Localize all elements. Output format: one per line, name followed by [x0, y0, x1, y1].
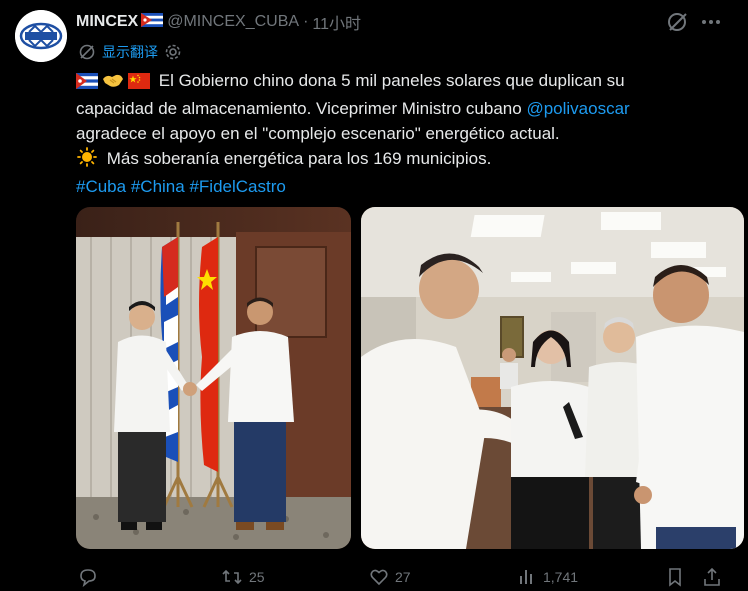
- share-button[interactable]: [702, 566, 722, 588]
- cuba-flag-icon: [76, 71, 98, 96]
- tweet: MINCEX @MINCEX_CUBA · 11小时 显示翻译 El Gobie…: [0, 0, 748, 591]
- translate-icon: [79, 44, 95, 60]
- handshake-icon: [102, 71, 124, 96]
- more-icon: [702, 20, 720, 24]
- views-button[interactable]: 1,741: [517, 566, 578, 588]
- hashtag-fidelcastro[interactable]: #FidelCastro: [189, 177, 285, 196]
- mention-link[interactable]: @polivaoscar: [526, 99, 629, 118]
- hashtag-cuba[interactable]: #Cuba: [76, 177, 126, 196]
- hashtags: #Cuba #China #FidelCastro: [76, 174, 736, 199]
- post-time[interactable]: 11小时: [312, 10, 361, 34]
- sun-icon: [76, 147, 98, 174]
- settings-icon[interactable]: [164, 43, 182, 61]
- grok-button[interactable]: [665, 10, 691, 34]
- more-button[interactable]: [698, 10, 724, 34]
- action-bar: 25 27 1,741: [0, 566, 748, 588]
- bookmark-button[interactable]: [665, 566, 685, 588]
- post-line-1: El Gobierno chino dona 5 mil paneles sol…: [76, 68, 736, 96]
- views-icon: [520, 570, 532, 584]
- retweet-button[interactable]: 25: [221, 566, 265, 588]
- post-text-line1: El Gobierno chino dona 5 mil paneles sol…: [158, 71, 625, 90]
- separator-dot: ·: [303, 13, 309, 30]
- retweet-count: 25: [249, 569, 265, 585]
- account-handle[interactable]: @MINCEX_CUBA: [167, 13, 299, 31]
- china-flag-icon: [128, 71, 150, 96]
- post-line-3: agradece el apoyo en el "complejo escena…: [76, 121, 736, 146]
- cuba-flag-icon: [141, 12, 164, 32]
- avatar[interactable]: [15, 10, 67, 62]
- post-text-line2: capacidad de almacenamiento. Viceprimer …: [76, 99, 522, 118]
- display-name[interactable]: MINCEX: [76, 13, 138, 31]
- show-translation-link[interactable]: 显示翻译: [102, 42, 158, 62]
- translate-row: 显示翻译: [78, 41, 182, 63]
- post-text: El Gobierno chino dona 5 mil paneles sol…: [76, 68, 736, 199]
- like-count: 27: [395, 569, 411, 585]
- bookmark-icon: [669, 568, 681, 587]
- reply-icon: [80, 569, 96, 587]
- photo-meeting[interactable]: [361, 207, 744, 549]
- retweet-icon: [222, 569, 242, 585]
- share-icon: [704, 567, 720, 586]
- reply-button[interactable]: [78, 566, 98, 588]
- photo-handshake[interactable]: [76, 207, 351, 549]
- post-header: MINCEX @MINCEX_CUBA · 11小时: [76, 10, 361, 34]
- post-text-line3: agradece el apoyo en el "complejo escena…: [76, 124, 560, 143]
- like-icon: [370, 569, 388, 586]
- like-button[interactable]: 27: [369, 566, 411, 588]
- post-line-4: Más soberanía energética para los 169 mu…: [76, 146, 736, 174]
- post-text-line4: Más soberanía energética para los 169 mu…: [106, 149, 492, 168]
- grok-icon: [668, 13, 687, 31]
- logo-icon: [15, 10, 67, 62]
- hashtag-china[interactable]: #China: [131, 177, 185, 196]
- post-line-2: capacidad de almacenamiento. Viceprimer …: [76, 96, 736, 121]
- views-count: 1,741: [543, 569, 579, 585]
